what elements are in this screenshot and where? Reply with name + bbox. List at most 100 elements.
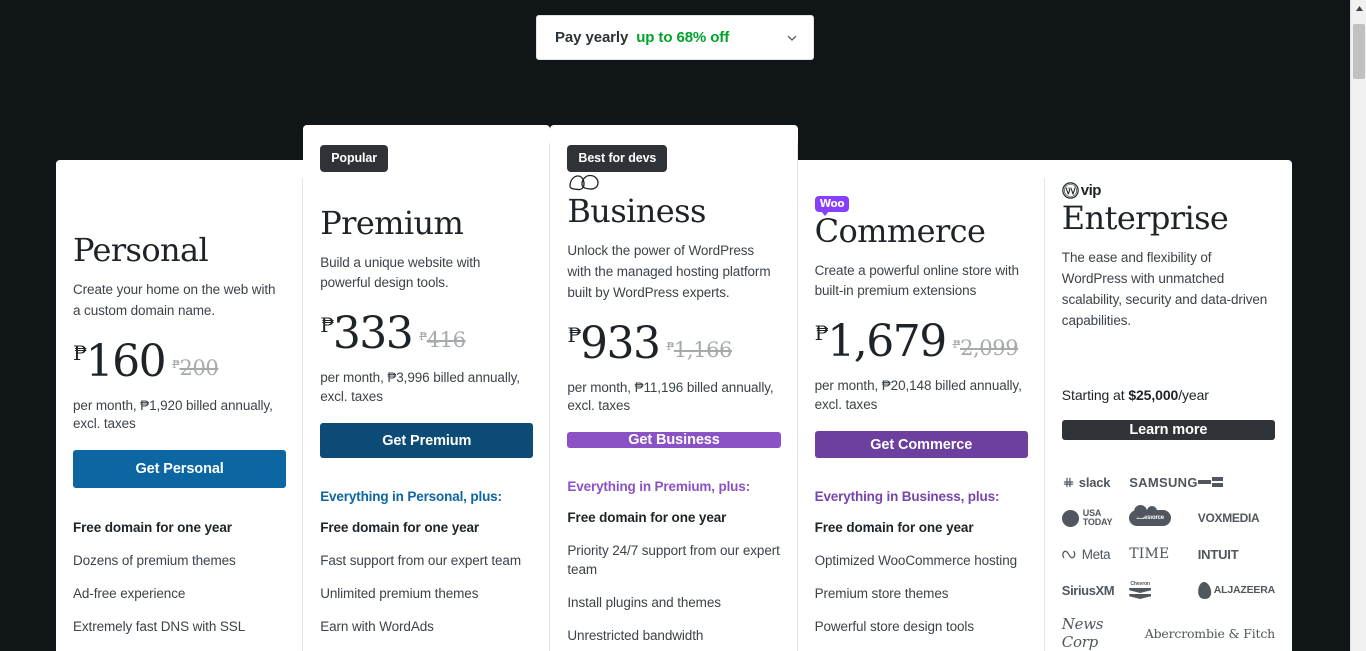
pricing-page: Pay yearly up to 68% off Personal Create… [0, 0, 1366, 651]
billing-note: per month, ₱11,196 billed annually, excl… [567, 379, 774, 413]
logo-meta: Meta [1062, 543, 1129, 565]
logo-label: VOXMEDIA [1197, 511, 1260, 525]
feature-item: Optimized WooCommerce hosting [814, 553, 1018, 569]
feature-item: Earn with WordAds [320, 619, 434, 635]
get-premium-button[interactable]: Get Premium [320, 422, 534, 459]
logo-samsung: SAMSUNG [1129, 471, 1198, 493]
starting-price: Starting at $25,000/year [1062, 387, 1275, 403]
starting-price-suffix: /year [1178, 387, 1209, 403]
logo-label: slack [1078, 474, 1111, 490]
wordpress-vip-icon: vip [1062, 182, 1275, 199]
original-price-value: 200 [179, 355, 219, 380]
feature-item: Fast support from our expert team [320, 553, 521, 569]
usa-today-dot-icon [1061, 509, 1079, 527]
logo-aljazeera: ALJAZEERA [1196, 579, 1275, 601]
plan-logo-slot [73, 203, 286, 232]
feature-item: Ad-free experience [73, 586, 186, 602]
currency-symbol: ₱ [73, 340, 87, 365]
plan-name: Enterprise [1061, 199, 1229, 238]
price-value: 933 [580, 317, 661, 369]
logo-time: TIME [1129, 543, 1198, 565]
billing-note: per month, ₱1,920 billed annually, excl.… [73, 397, 273, 432]
plan-name: Personal [73, 231, 209, 270]
logo-salesforce: salesforce [1129, 505, 1198, 529]
plan-description: Build a unique website with powerful des… [320, 254, 481, 291]
vip-logo-text: vip [1080, 182, 1102, 200]
plan-description: Unlock the power of WordPress with the m… [567, 242, 771, 300]
feature-item: Free domain for one year [320, 520, 480, 536]
currency-symbol: ₱ [567, 322, 581, 347]
plan-description: Create a powerful online store with buil… [814, 262, 1019, 299]
scrollbar-thumb[interactable] [1353, 24, 1365, 79]
woo-logo-text: Woo [814, 195, 850, 216]
currency-symbol-old: ₱ [666, 339, 675, 353]
feature-list: Free domain for one year Dozens of premi… [73, 519, 286, 651]
logo-news-corp: News Corp [1061, 615, 1104, 651]
plan-original-price: ₱ 416 [419, 328, 466, 353]
get-personal-button[interactable]: Get Personal [73, 450, 287, 489]
plan-original-price: ₱ 200 [172, 355, 219, 380]
meta-infinity-icon [1062, 550, 1076, 558]
plan-card-premium: Popular Premium Build a unique website w… [303, 125, 551, 651]
feature-item: Free domain for one year [567, 510, 727, 526]
price-block: ₱ 333 ₱ 416 per month, ₱3,996 billed annua… [320, 312, 533, 405]
slack-icon [1063, 477, 1074, 487]
wp-cloud-icon [567, 172, 780, 192]
billing-note: per month, ₱20,148 billed annually, excl… [814, 378, 1022, 412]
chevron-icon: Chevron [1129, 581, 1152, 599]
learn-more-button[interactable]: Learn more [1061, 420, 1275, 440]
billing-note: per month, ₱3,996 billed annually, excl.… [320, 370, 520, 404]
price-block: ₱ 933 ₱ 1,166 per month, ₱11,196 billed an… [567, 317, 780, 415]
feature-list-heading: Everything in Business, plus: [814, 489, 1000, 505]
plan-price: ₱ 1,679 [814, 320, 948, 364]
get-business-button[interactable]: Get Business [567, 432, 781, 449]
logo-label: salesforce [1129, 505, 1171, 526]
scroll-up-arrow-icon[interactable] [1351, 0, 1366, 17]
logo-label: ALJAZEERA [1213, 584, 1275, 596]
original-price-value: 416 [426, 328, 466, 353]
plan-description: Create your home on the web with a custo… [73, 282, 276, 319]
plan-card-business: Best for devs Business Unlock the power … [550, 125, 798, 651]
starting-price-prefix: Starting at [1061, 387, 1129, 403]
plan-name: Premium [320, 203, 464, 242]
currency-symbol-old: ₱ [952, 338, 961, 352]
plan-original-price: ₱ 1,166 [667, 338, 733, 362]
feature-list: Everything in Personal, plus: Free domai… [320, 489, 533, 651]
techcrunch-icon [1197, 477, 1224, 487]
vertical-scrollbar[interactable] [1350, 0, 1366, 651]
logo-label: Chevron [1130, 581, 1150, 587]
plan-price: ₱ 933 [567, 317, 661, 369]
feature-item: Unlimited premium themes [320, 586, 479, 602]
feature-item: Free domain for one year [814, 520, 974, 536]
page-gutter [1340, 0, 1350, 651]
wordpress-w-icon [1062, 182, 1079, 200]
feature-item: Dozens of premium themes [73, 553, 236, 569]
plan-price: ₱ 160 [73, 335, 167, 387]
feature-item: Priority 24/7 support from our expert te… [567, 542, 780, 577]
plan-badge-slot: Popular [320, 125, 533, 177]
currency-symbol: ₱ [814, 321, 829, 346]
woo-icon: Woo [814, 191, 1028, 216]
logo-siriusxm: SiriusXM [1062, 579, 1129, 601]
get-commerce-button[interactable]: Get Commerce [814, 430, 1028, 459]
logo-row-bottom: News Corp Abercrombie & Fitch [1062, 615, 1275, 651]
logo-abercrombie-fitch: Abercrombie & Fitch [1144, 625, 1275, 641]
price-value: 160 [85, 335, 167, 387]
plan-logo-slot [320, 177, 533, 204]
starting-price-value: $25,000 [1128, 387, 1179, 403]
plan-grid: Personal Create your home on the web wit… [56, 0, 1292, 651]
plan-description: The ease and flexibility of WordPress wi… [1061, 250, 1268, 329]
logo-usa-today: USA TODAY [1061, 507, 1129, 529]
feature-item: Unrestricted bandwidth [567, 627, 704, 643]
plan-name: Commerce [814, 211, 986, 250]
logo-techcrunch [1197, 471, 1275, 493]
logo-label: INTUIT [1197, 546, 1239, 562]
feature-item: Premium store themes [814, 586, 949, 602]
logo-label: USA TODAY [1082, 507, 1113, 527]
feature-item: Free domain for one year [73, 520, 232, 536]
plan-badge-slot: Best for devs [567, 125, 780, 172]
logo-chevron: Chevron [1129, 579, 1198, 601]
customer-logo-wall: slack SAMSUNG USA TODAY salesforce VOXME… [1061, 471, 1275, 651]
plan-card-personal: Personal Create your home on the web wit… [56, 160, 304, 651]
logo-label: SAMSUNG [1129, 474, 1198, 490]
